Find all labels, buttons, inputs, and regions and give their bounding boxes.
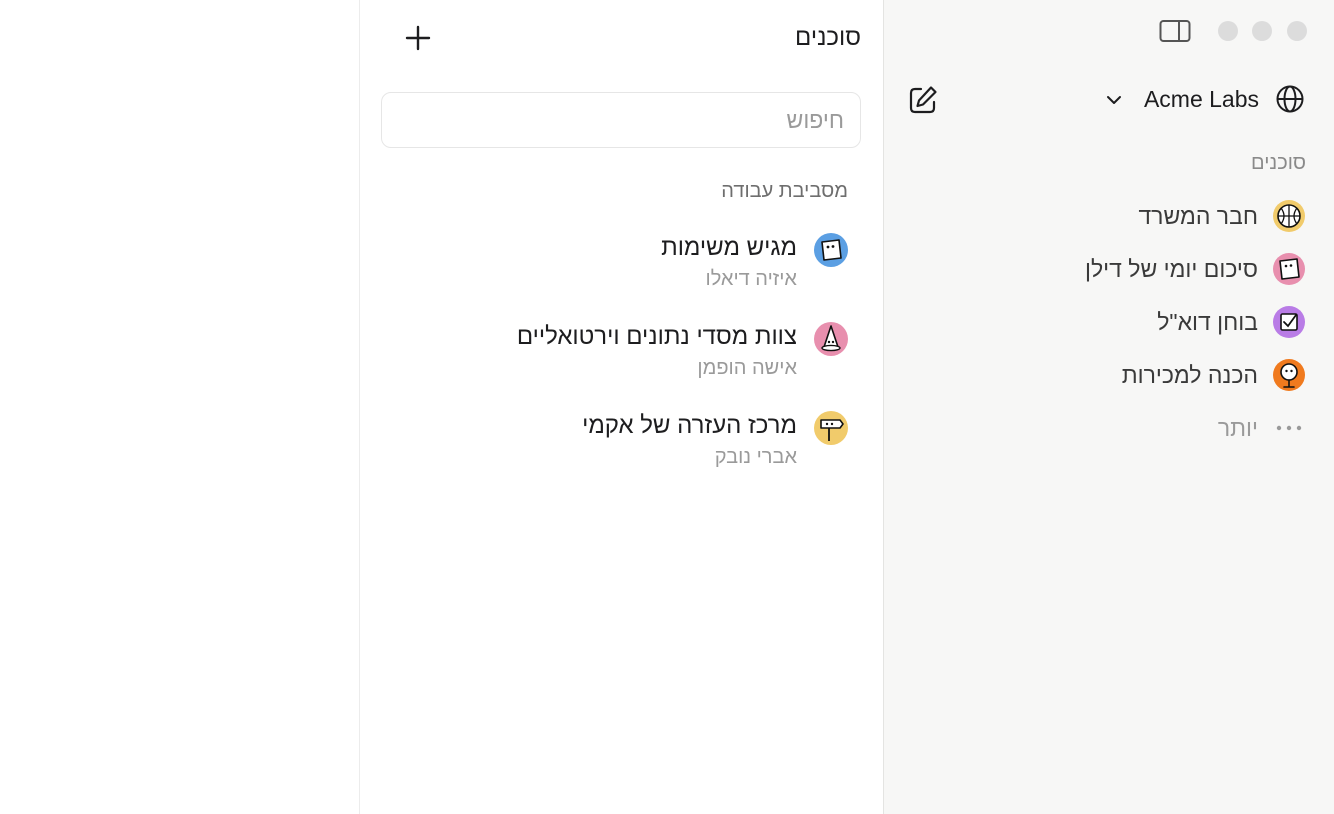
agent-name: צוות מסדי נתונים וירטואליים <box>516 323 797 350</box>
sidebar-item-agent[interactable]: הכנה למכירות <box>1006 357 1306 393</box>
signpost-face-icon <box>814 411 848 445</box>
more-label: יותר <box>1217 414 1258 441</box>
agents-section-heading: סוכנים <box>1251 152 1306 174</box>
window-control-button[interactable] <box>1287 21 1307 41</box>
paper-face-icon <box>814 233 848 267</box>
sidebar-item-agent[interactable]: סיכום יומי של דילן <box>1006 251 1306 287</box>
window-control-button[interactable] <box>1252 21 1272 41</box>
sidebar-item-agent[interactable]: בוחן דוא"ל <box>1006 304 1306 340</box>
agent-owner: איזיה דיאלו <box>705 268 797 290</box>
add-agent-button[interactable] <box>402 22 434 54</box>
agent-list-item[interactable]: צוות מסדי נתונים וירטואליים אישה הופמן <box>409 321 849 385</box>
agent-list-item[interactable]: מרכז העזרה של אקמי אברי נובק <box>409 410 849 474</box>
checkbox-face-icon <box>1273 306 1305 338</box>
sidebar-item-label: בוחן דוא"ל <box>1157 308 1258 335</box>
sidebar-item-label: הכנה למכירות <box>1121 361 1258 388</box>
hat-face-icon <box>814 322 848 356</box>
sidebar: Acme Labs סוכנים חבר המשרד סיכום יומי של… <box>883 0 1334 814</box>
agent-owner: אישה הופמן <box>697 357 797 379</box>
agent-list-item[interactable]: מגיש משימות איזיה דיאלו <box>409 232 849 296</box>
window-control-button[interactable] <box>1218 21 1238 41</box>
note-face-icon <box>1273 253 1305 285</box>
workspace-section-heading: מסביבת עבודה <box>721 180 848 202</box>
search-input[interactable] <box>382 93 860 147</box>
globe-icon <box>1276 85 1304 113</box>
sidebar-toggle-icon[interactable] <box>1159 19 1191 43</box>
agents-panel: סוכנים מסביבת עבודה מגיש משימות איזיה די… <box>359 0 883 814</box>
search-field[interactable] <box>381 92 861 148</box>
sidebar-item-label: חבר המשרד <box>1138 202 1258 229</box>
workspace-switcher[interactable]: Acme Labs <box>1144 86 1259 113</box>
sidebar-item-agent[interactable]: חבר המשרד <box>1006 198 1306 234</box>
basketball-face-icon <box>1273 200 1305 232</box>
agent-name: מגיש משימות <box>661 234 797 261</box>
sidebar-more-item[interactable]: יותר <box>1006 410 1306 446</box>
app-window: סוכנים מסביבת עבודה מגיש משימות איזיה די… <box>0 0 1334 814</box>
sidebar-item-label: סיכום יומי של דילן <box>1085 255 1258 282</box>
panel-title: סוכנים <box>795 24 861 51</box>
compose-icon[interactable] <box>907 84 939 116</box>
agent-owner: אברי נובק <box>714 446 797 468</box>
more-horizontal-icon <box>1276 425 1302 431</box>
microphone-face-icon <box>1273 359 1305 391</box>
agent-name: מרכז העזרה של אקמי <box>582 412 797 439</box>
chevron-down-icon[interactable] <box>1103 89 1125 111</box>
